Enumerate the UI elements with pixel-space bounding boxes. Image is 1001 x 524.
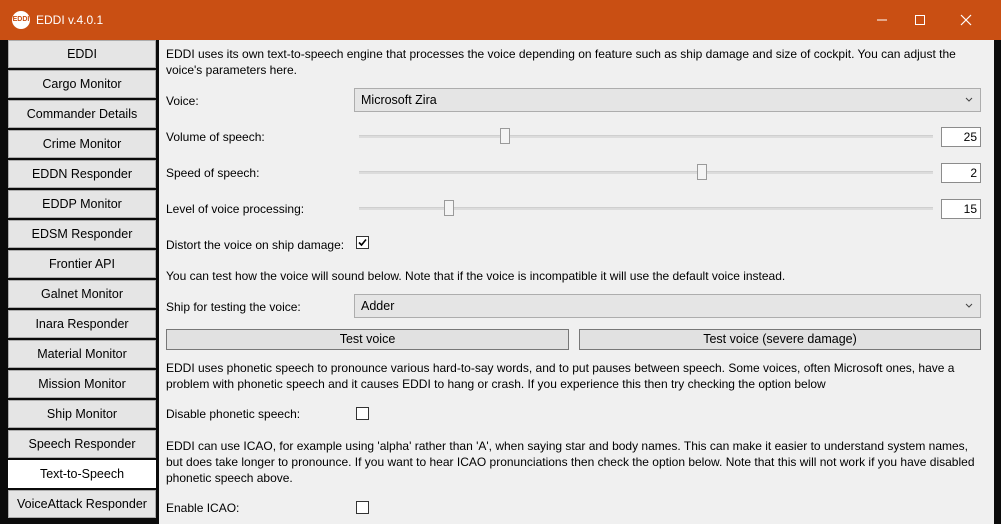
maximize-icon	[915, 15, 925, 25]
tab-edsm-responder[interactable]: EDSM Responder	[8, 220, 156, 248]
tab-material-monitor[interactable]: Material Monitor	[8, 340, 156, 368]
sidebar-tabs: EDDI Cargo Monitor Commander Details Cri…	[7, 40, 158, 524]
test-note-text: You can test how the voice will sound be…	[166, 269, 786, 283]
tab-commander-details[interactable]: Commander Details	[8, 100, 156, 128]
voice-label: Voice:	[166, 94, 199, 108]
tab-ship-monitor[interactable]: Ship Monitor	[8, 400, 156, 428]
chevron-down-icon	[965, 303, 973, 308]
tab-eddi[interactable]: EDDI	[8, 40, 156, 68]
tab-frontier-api[interactable]: Frontier API	[8, 250, 156, 278]
minimize-icon	[877, 19, 887, 21]
volume-label: Volume of speech:	[166, 130, 265, 144]
ship-select-value: Adder	[361, 299, 395, 313]
phonetic-note-text: EDDI uses phonetic speech to pronounce v…	[166, 361, 955, 391]
tab-voiceattack-responder[interactable]: VoiceAttack Responder	[8, 490, 156, 518]
distort-label: Distort the voice on ship damage:	[166, 238, 345, 252]
tab-eddp-monitor[interactable]: EDDP Monitor	[8, 190, 156, 218]
title-bar[interactable]: EDDI EDDI v.4.0.1	[0, 0, 1001, 40]
processing-label: Level of voice processing:	[166, 202, 305, 216]
ship-label: Ship for testing the voice:	[166, 300, 301, 314]
speed-value-field[interactable]: 2	[941, 163, 981, 183]
test-voice-button[interactable]: Test voice	[166, 329, 569, 350]
tab-text-to-speech[interactable]: Text-to-Speech	[8, 460, 156, 488]
app-logo-icon: EDDI	[12, 11, 30, 29]
tab-cargo-monitor[interactable]: Cargo Monitor	[8, 70, 156, 98]
checkmark-icon	[358, 238, 367, 247]
volume-value-field[interactable]: 25	[941, 127, 981, 147]
ship-select[interactable]: Adder	[354, 294, 981, 318]
tab-crime-monitor[interactable]: Crime Monitor	[8, 130, 156, 158]
phonetic-label: Disable phonetic speech:	[166, 407, 301, 421]
tab-galnet-monitor[interactable]: Galnet Monitor	[8, 280, 156, 308]
close-button[interactable]	[943, 0, 989, 40]
tts-panel: EDDI uses its own text-to-speech engine …	[159, 40, 994, 524]
tab-mission-monitor[interactable]: Mission Monitor	[8, 370, 156, 398]
voice-select[interactable]: Microsoft Zira	[354, 88, 981, 112]
phonetic-checkbox[interactable]	[356, 407, 369, 420]
tab-speech-responder[interactable]: Speech Responder	[8, 430, 156, 458]
icao-checkbox[interactable]	[356, 501, 369, 514]
icao-label: Enable ICAO:	[166, 501, 240, 515]
tab-inara-responder[interactable]: Inara Responder	[8, 310, 156, 338]
distort-checkbox[interactable]	[356, 236, 369, 249]
maximize-button[interactable]	[897, 0, 943, 40]
test-voice-damage-button[interactable]: Test voice (severe damage)	[579, 329, 981, 350]
processing-value-field[interactable]: 15	[941, 199, 981, 219]
processing-slider-thumb[interactable]	[443, 200, 454, 216]
chevron-down-icon	[965, 97, 973, 102]
volume-slider-thumb[interactable]	[500, 128, 510, 144]
window-title: EDDI v.4.0.1	[36, 13, 104, 27]
speed-label: Speed of speech:	[166, 166, 260, 180]
window-border	[994, 40, 1001, 524]
icao-note-text: EDDI can use ICAO, for example using 'al…	[166, 439, 975, 485]
speed-slider[interactable]	[359, 171, 933, 174]
speed-slider-thumb[interactable]	[697, 164, 708, 180]
voice-select-value: Microsoft Zira	[361, 93, 437, 107]
volume-slider[interactable]	[359, 135, 933, 138]
tab-eddn-responder[interactable]: EDDN Responder	[8, 160, 156, 188]
intro-text: EDDI uses its own text-to-speech engine …	[166, 47, 956, 77]
close-icon	[960, 14, 972, 26]
